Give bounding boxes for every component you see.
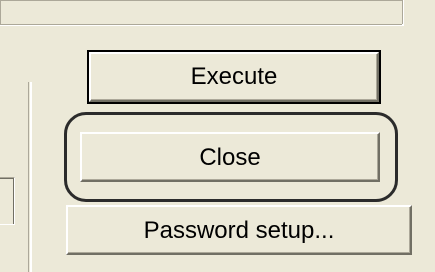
execute-button[interactable]: Execute (87, 50, 381, 104)
dialog-window: Execute Close Password setup... (0, 0, 435, 272)
close-button[interactable]: Close (80, 132, 380, 182)
password-setup-button[interactable]: Password setup... (66, 205, 412, 255)
top-group-box (0, 0, 404, 26)
left-input-field[interactable] (0, 177, 15, 225)
